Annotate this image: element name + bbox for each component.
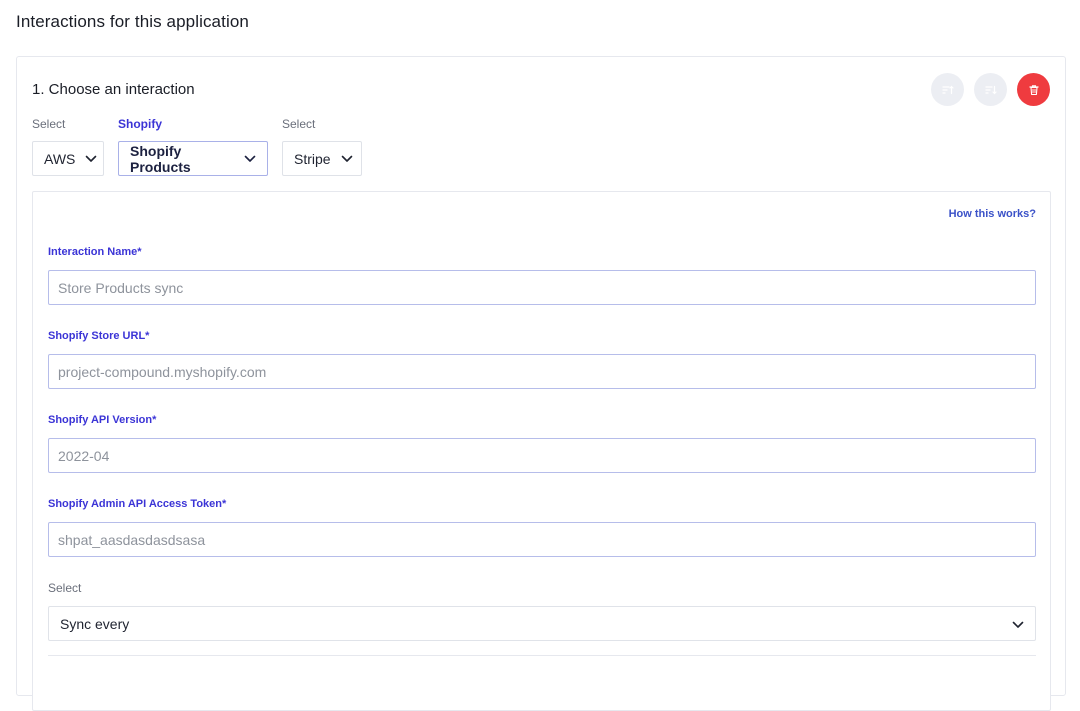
shopify-dropdown[interactable]: Shopify Products [118, 141, 268, 176]
stripe-dropdown[interactable]: Stripe [282, 141, 362, 176]
stripe-select-label: Select [282, 117, 316, 131]
sync-interval-value: Sync every [60, 615, 130, 632]
sync-interval-dropdown[interactable]: Sync every [48, 606, 1036, 641]
how-this-works-link[interactable]: How this works? [949, 208, 1036, 220]
shopify-dropdown-value: Shopify Products [130, 142, 191, 175]
access-token-input[interactable] [48, 522, 1036, 557]
aws-dropdown[interactable]: AWS [32, 141, 104, 176]
provider-select-label: Select [32, 117, 66, 131]
chevron-down-icon [85, 155, 97, 163]
sort-up-icon [941, 85, 954, 94]
chevron-down-icon [1012, 616, 1024, 632]
api-version-input[interactable] [48, 438, 1036, 473]
access-token-label: Shopify Admin API Access Token* [48, 498, 227, 510]
card-heading: 1. Choose an interaction [32, 81, 195, 98]
move-down-button[interactable] [974, 73, 1007, 106]
stripe-dropdown-value: Stripe [294, 150, 331, 167]
interaction-card: 1. Choose an interaction Select Shopify … [16, 56, 1066, 711]
shopify-select-label: Shopify [118, 117, 162, 131]
store-url-label: Shopify Store URL* [48, 330, 150, 342]
page-title: Interactions for this application [16, 12, 249, 31]
interaction-name-label: Interaction Name* [48, 246, 142, 258]
aws-dropdown-value: AWS [44, 150, 76, 167]
api-version-label: Shopify API Version* [48, 414, 157, 426]
chevron-down-icon [244, 155, 256, 163]
interaction-form: How this works? Interaction Name* Shopif… [32, 191, 1051, 711]
move-up-button[interactable] [931, 73, 964, 106]
sync-select-label: Select [48, 581, 82, 595]
store-url-input[interactable] [48, 354, 1036, 389]
interaction-name-input[interactable] [48, 270, 1036, 305]
chevron-down-icon [341, 155, 353, 163]
trash-icon [1028, 84, 1039, 95]
section-divider [48, 655, 1036, 656]
delete-button[interactable] [1017, 73, 1050, 106]
sort-down-icon [984, 85, 997, 94]
